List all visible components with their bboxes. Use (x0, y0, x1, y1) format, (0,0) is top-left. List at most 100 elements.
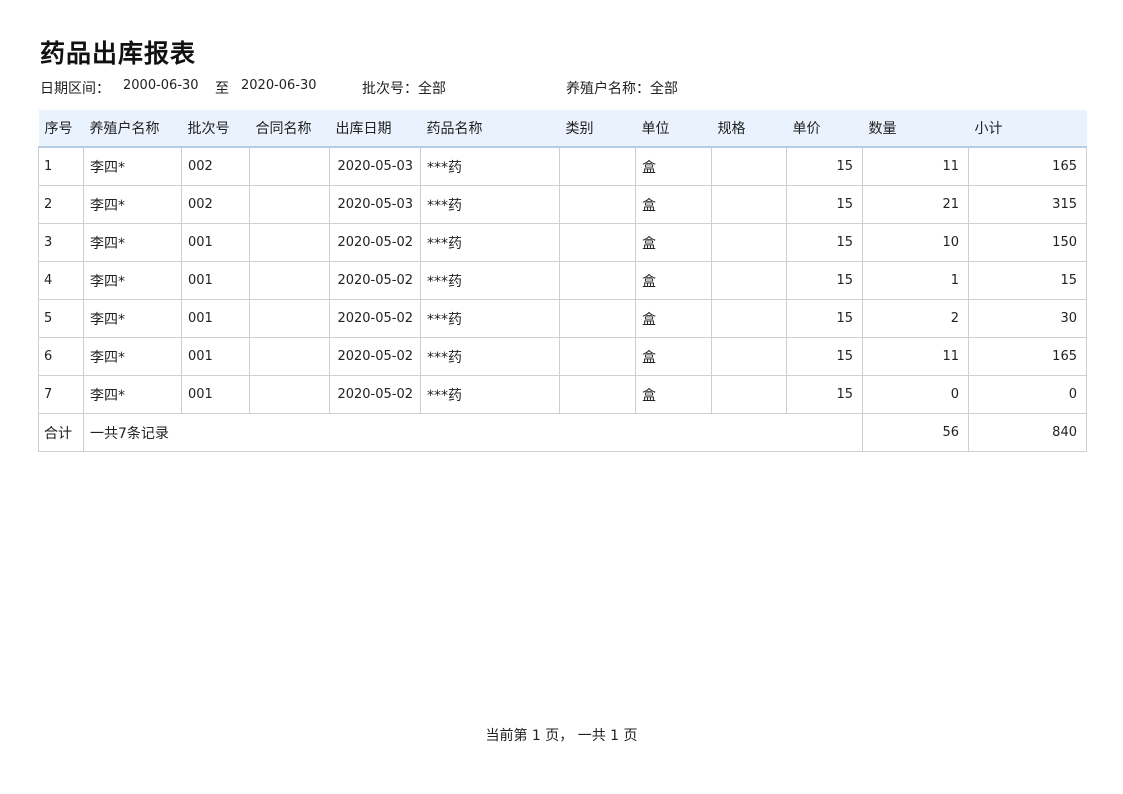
cell-contract-name (249, 223, 330, 262)
batch-filter: 批次号：全部 (362, 81, 446, 97)
cell-outbound-date: 2020-05-02 (329, 299, 421, 338)
cell-unit-price: 15 (786, 185, 863, 224)
cell-spec (711, 337, 787, 376)
header-batch-no: 批次号 (181, 110, 250, 148)
cell-outbound-date: 2020-05-02 (329, 375, 421, 414)
cell-batch-no: 001 (181, 261, 250, 300)
header-subtotal: 小计 (968, 110, 1087, 148)
cell-quantity: 0 (862, 375, 969, 414)
cell-seq: 5 (38, 299, 84, 338)
cell-category (559, 261, 636, 300)
date-separator: 至 (215, 81, 229, 97)
cell-contract-name (249, 261, 330, 300)
cell-category (559, 185, 636, 224)
cell-unit-price: 15 (786, 337, 863, 376)
header-contract-name: 合同名称 (249, 110, 330, 148)
cell-seq: 1 (38, 146, 84, 186)
cell-unit: 盒 (635, 223, 712, 262)
cell-seq: 3 (38, 223, 84, 262)
cell-unit-price: 15 (786, 146, 863, 186)
cell-farmer-name: 李四* (83, 375, 182, 414)
page-indicator: 当前第 1 页， 一共 1 页 (485, 728, 638, 744)
cell-unit: 盒 (635, 185, 712, 224)
table-row: 3 李四* 001 2020-05-02 ***药 盒 15 10 150 (38, 223, 1087, 262)
cell-unit: 盒 (635, 337, 712, 376)
header-outbound-date: 出库日期 (329, 110, 421, 148)
cell-outbound-date: 2020-05-03 (329, 185, 421, 224)
cell-unit-price: 15 (786, 261, 863, 300)
header-quantity: 数量 (862, 110, 969, 148)
cell-seq: 7 (38, 375, 84, 414)
cell-unit-price: 15 (786, 223, 863, 262)
date-range-label: 日期区间： (40, 81, 110, 97)
cell-subtotal: 0 (968, 375, 1087, 414)
cell-unit: 盒 (635, 375, 712, 414)
header-farmer-name: 养殖户名称 (83, 110, 182, 148)
cell-batch-no: 001 (181, 299, 250, 338)
report-title: 药品出库报表 (40, 39, 197, 68)
cell-quantity: 1 (862, 261, 969, 300)
header-unit: 单位 (635, 110, 712, 148)
table-row: 5 李四* 001 2020-05-02 ***药 盒 15 2 30 (38, 299, 1087, 338)
cell-spec (711, 146, 787, 186)
cell-batch-no: 002 (181, 146, 250, 186)
cell-farmer-name: 李四* (83, 261, 182, 300)
cell-spec (711, 223, 787, 262)
cell-contract-name (249, 337, 330, 376)
cell-outbound-date: 2020-05-02 (329, 261, 421, 300)
header-row: 序号 养殖户名称 批次号 合同名称 出库日期 药品名称 类别 单位 规格 单价 … (38, 110, 1087, 148)
table-row: 7 李四* 001 2020-05-02 ***药 盒 15 0 0 (38, 375, 1087, 414)
cell-spec (711, 261, 787, 300)
cell-quantity: 11 (862, 146, 969, 186)
cell-subtotal: 15 (968, 261, 1087, 300)
total-subtotal: 840 (968, 413, 1087, 452)
cell-spec (711, 299, 787, 338)
cell-outbound-date: 2020-05-02 (329, 223, 421, 262)
cell-quantity: 2 (862, 299, 969, 338)
cell-contract-name (249, 299, 330, 338)
cell-seq: 6 (38, 337, 84, 376)
cell-category (559, 337, 636, 376)
cell-unit: 盒 (635, 299, 712, 338)
cell-subtotal: 150 (968, 223, 1087, 262)
cell-drug-name: ***药 (420, 146, 560, 186)
cell-unit: 盒 (635, 146, 712, 186)
cell-farmer-name: 李四* (83, 223, 182, 262)
cell-outbound-date: 2020-05-02 (329, 337, 421, 376)
cell-subtotal: 165 (968, 146, 1087, 186)
cell-spec (711, 185, 787, 224)
cell-unit-price: 15 (786, 299, 863, 338)
farmer-filter: 养殖户名称：全部 (566, 81, 678, 97)
cell-category (559, 299, 636, 338)
cell-batch-no: 001 (181, 375, 250, 414)
header-seq: 序号 (38, 110, 84, 148)
header-spec: 规格 (711, 110, 787, 148)
cell-seq: 2 (38, 185, 84, 224)
table-body: 1 李四* 002 2020-05-03 ***药 盒 15 11 165 2 … (38, 146, 1087, 452)
header-unit-price: 单价 (786, 110, 863, 148)
header-category: 类别 (559, 110, 636, 148)
cell-drug-name: ***药 (420, 185, 560, 224)
cell-farmer-name: 李四* (83, 337, 182, 376)
cell-outbound-date: 2020-05-03 (329, 146, 421, 186)
total-label: 合计 (38, 413, 84, 452)
cell-batch-no: 001 (181, 223, 250, 262)
table-row: 1 李四* 002 2020-05-03 ***药 盒 15 11 165 (38, 146, 1087, 186)
cell-category (559, 223, 636, 262)
table-row: 2 李四* 002 2020-05-03 ***药 盒 15 21 315 (38, 185, 1087, 224)
cell-quantity: 10 (862, 223, 969, 262)
cell-seq: 4 (38, 261, 84, 300)
total-quantity: 56 (862, 413, 969, 452)
cell-category (559, 375, 636, 414)
cell-drug-name: ***药 (420, 337, 560, 376)
cell-farmer-name: 李四* (83, 299, 182, 338)
cell-drug-name: ***药 (420, 375, 560, 414)
cell-unit: 盒 (635, 261, 712, 300)
cell-category (559, 146, 636, 186)
table-row: 6 李四* 001 2020-05-02 ***药 盒 15 11 165 (38, 337, 1087, 376)
cell-subtotal: 315 (968, 185, 1087, 224)
cell-contract-name (249, 375, 330, 414)
cell-drug-name: ***药 (420, 261, 560, 300)
outbound-report-table: 序号 养殖户名称 批次号 合同名称 出库日期 药品名称 类别 单位 规格 单价 … (38, 110, 1087, 452)
cell-quantity: 21 (862, 185, 969, 224)
